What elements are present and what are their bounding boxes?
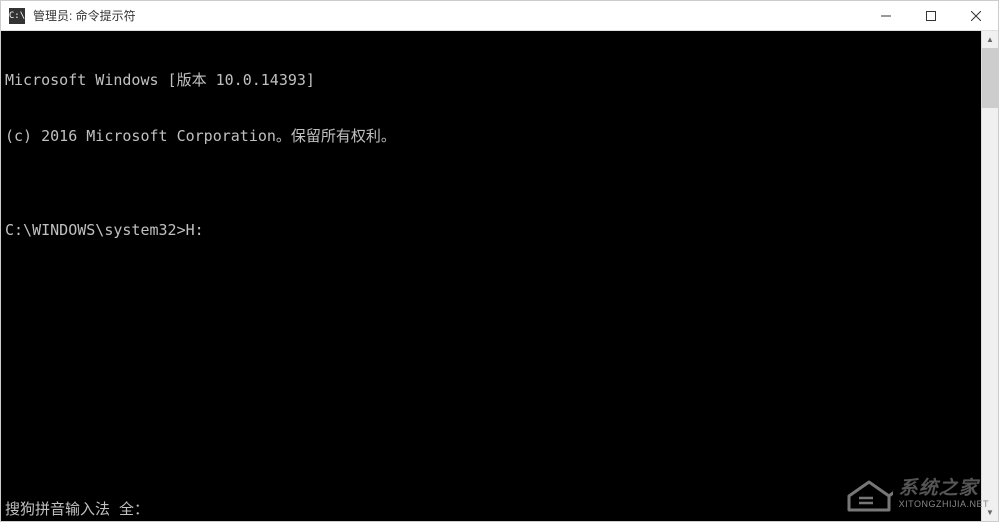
terminal[interactable]: Microsoft Windows [版本 10.0.14393] (c) 20… (1, 31, 981, 521)
app-icon: C:\ (9, 8, 25, 24)
scroll-down-button[interactable]: ▼ (982, 504, 998, 521)
ime-status: 搜狗拼音输入法 全： (5, 500, 149, 519)
scroll-up-button[interactable]: ▲ (982, 31, 998, 48)
window-title: 管理员: 命令提示符 (33, 7, 863, 24)
vertical-scrollbar[interactable]: ▲ ▼ (981, 31, 998, 521)
cmd-window: C:\ 管理员: 命令提示符 Microsoft Windows [版本 10.… (0, 0, 999, 522)
terminal-prompt: C:\WINDOWS\system32> (5, 221, 186, 239)
terminal-line-copyright: (c) 2016 Microsoft Corporation。保留所有权利。 (5, 127, 977, 146)
titlebar[interactable]: C:\ 管理员: 命令提示符 (1, 1, 998, 31)
terminal-command: H: (186, 221, 204, 239)
terminal-prompt-line: C:\WINDOWS\system32>H: (5, 221, 977, 240)
window-controls (863, 1, 998, 30)
close-button[interactable] (953, 1, 998, 30)
terminal-area: Microsoft Windows [版本 10.0.14393] (c) 20… (1, 31, 998, 521)
minimize-button[interactable] (863, 1, 908, 30)
maximize-button[interactable] (908, 1, 953, 30)
terminal-line-version: Microsoft Windows [版本 10.0.14393] (5, 71, 977, 90)
scroll-thumb[interactable] (982, 48, 998, 108)
